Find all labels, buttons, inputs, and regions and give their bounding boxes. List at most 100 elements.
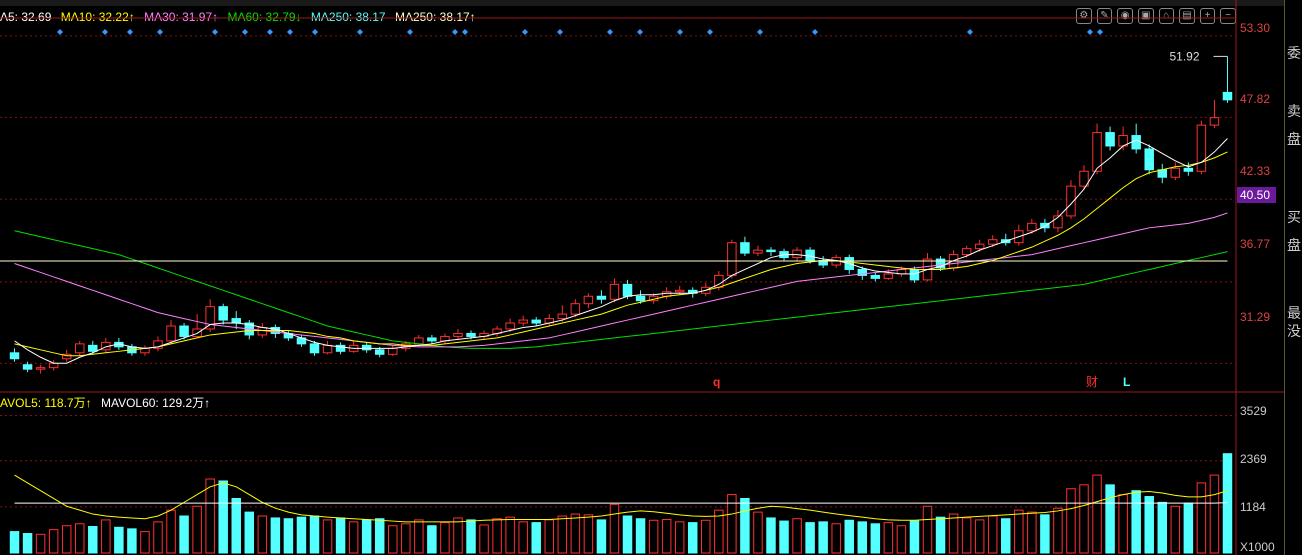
volume-bar xyxy=(740,497,750,554)
signal-diamond-icon xyxy=(212,29,218,35)
volume-bar xyxy=(635,518,646,554)
candle-body xyxy=(1105,132,1115,147)
volume-bar xyxy=(48,529,59,554)
candle-body xyxy=(909,268,920,281)
side-panel: 委 卖 盘 买 盘 最 没 xyxy=(1284,0,1302,555)
candle-body xyxy=(374,349,385,355)
volume-bar xyxy=(583,514,594,554)
volume-bar xyxy=(244,511,255,554)
volume-bar xyxy=(479,524,489,554)
volume-bar xyxy=(1040,514,1050,554)
volume-bar xyxy=(1105,484,1115,554)
max-price-label: 51.92 xyxy=(1169,49,1199,63)
volume-bar xyxy=(192,505,202,554)
volume-bar xyxy=(114,526,124,554)
candle-body xyxy=(74,343,85,354)
volume-bar xyxy=(74,523,85,554)
vol-tick-2: 2369 xyxy=(1240,452,1267,466)
candle-body xyxy=(322,344,333,354)
candle-body xyxy=(531,319,541,324)
candle-body xyxy=(231,318,241,324)
signal-diamond-icon xyxy=(1097,29,1103,35)
stock-chart[interactable]: 51.92 q 财 L xyxy=(0,0,1284,555)
volume-bar xyxy=(22,533,33,554)
side-char-6: 最 xyxy=(1287,305,1301,321)
volume-bar xyxy=(335,517,346,554)
volume-bar xyxy=(1027,511,1037,554)
candle-body xyxy=(1027,222,1037,232)
candle-body xyxy=(88,344,98,352)
ma30-line xyxy=(14,212,1228,348)
mavol5-legend: AVOL5: 118.7万↑ xyxy=(0,396,92,410)
candle-body xyxy=(674,289,685,293)
signal-diamond-icon xyxy=(287,29,293,35)
signal-diamond-icon xyxy=(812,29,818,35)
signal-diamond-icon xyxy=(637,29,643,35)
volume-bar xyxy=(466,519,476,554)
candle-body xyxy=(48,362,59,369)
candle-body xyxy=(635,295,646,302)
candle-body xyxy=(22,364,33,370)
volume-bar xyxy=(961,517,972,554)
volume-bar xyxy=(544,519,555,554)
volume-bar xyxy=(805,522,815,554)
signal-diamond-icon xyxy=(157,29,163,35)
volume-bar xyxy=(935,516,946,554)
volume-bar xyxy=(818,521,828,554)
side-char-4: 买 xyxy=(1287,209,1301,225)
volume-bar xyxy=(1144,496,1154,554)
volume-bar xyxy=(153,521,163,554)
signal-diamond-icon xyxy=(707,29,713,35)
candle-body xyxy=(427,337,437,342)
volume-bar xyxy=(753,511,763,554)
signal-diamond-icon xyxy=(757,29,763,35)
volume-bar xyxy=(1157,501,1168,554)
volume-bar xyxy=(1079,484,1089,554)
volume-bar xyxy=(648,519,659,554)
volume-bar xyxy=(857,521,868,554)
volume-bar xyxy=(127,528,137,554)
candle-body xyxy=(414,337,424,345)
volume-bar xyxy=(179,515,189,554)
volume-bar xyxy=(440,522,450,554)
signal-diamond-icon xyxy=(1087,29,1093,35)
volume-bar xyxy=(531,522,541,554)
volume-bar xyxy=(414,519,424,554)
volume-bar xyxy=(1196,482,1207,554)
volume-bar xyxy=(401,523,411,554)
signal-diamond-icon xyxy=(462,29,468,35)
volume-bar xyxy=(361,519,372,554)
volume-bar xyxy=(9,531,20,554)
vol-tick-1: 3529 xyxy=(1240,404,1267,418)
volume-bar xyxy=(140,531,150,554)
candle-body xyxy=(361,344,372,351)
candle-body xyxy=(870,274,881,279)
signal-diamond-icon xyxy=(407,29,413,35)
candle-body xyxy=(557,313,568,320)
volume-bar xyxy=(987,515,998,554)
candle-body xyxy=(388,347,398,355)
vol-legend: AVOL5: 118.7万↑ MAVOL60: 129.2万↑ xyxy=(0,394,216,411)
candle-body xyxy=(609,283,620,300)
volume-bar xyxy=(1014,509,1024,554)
side-char-7: 没 xyxy=(1287,323,1301,339)
candle-body xyxy=(753,249,763,254)
candle-body xyxy=(766,249,776,253)
volume-bar xyxy=(870,523,881,554)
signal-diamond-icon xyxy=(522,29,528,35)
candle-body xyxy=(961,248,972,256)
signal-diamond-icon xyxy=(102,29,108,35)
volume-bar xyxy=(283,518,294,554)
volume-bar xyxy=(374,518,385,554)
candle-body xyxy=(570,303,581,315)
candle-body xyxy=(35,367,46,370)
signal-diamond-icon xyxy=(607,29,613,35)
vol-unit: X1000 xyxy=(1240,540,1275,554)
volume-bar xyxy=(909,520,920,554)
signal-diamond-icon xyxy=(127,29,133,35)
volume-bar xyxy=(609,503,620,554)
candle-body xyxy=(1170,167,1181,178)
volume-bar xyxy=(257,515,268,554)
signal-diamond-icon xyxy=(967,29,973,35)
candle-body xyxy=(1183,167,1194,172)
